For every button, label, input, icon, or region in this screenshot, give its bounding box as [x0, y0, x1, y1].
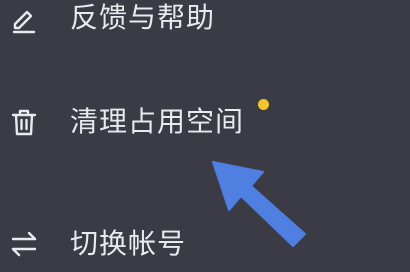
- edit-icon: [8, 2, 40, 34]
- trash-icon: [8, 106, 40, 138]
- menu-item-clear-storage[interactable]: 清理占用空间: [0, 94, 410, 150]
- arrow-pointer-icon: [205, 150, 315, 250]
- new-badge-dot: [258, 99, 269, 110]
- switch-arrows-icon: [8, 228, 40, 260]
- menu-item-label: 切换帐号: [70, 227, 187, 260]
- menu-item-feedback-help[interactable]: 反馈与帮助: [0, 0, 410, 46]
- menu-item-label: 反馈与帮助: [70, 1, 216, 34]
- menu-item-label: 清理占用空间: [70, 105, 245, 138]
